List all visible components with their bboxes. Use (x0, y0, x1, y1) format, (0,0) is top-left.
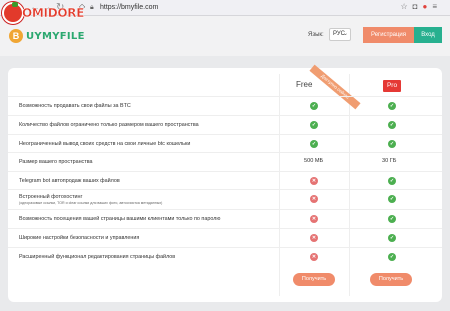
feature-label: Количество файлов ограничено только разм… (19, 122, 199, 128)
check-icon: ✓ (388, 195, 396, 203)
url-text: https://bmyfile.com (100, 4, 159, 11)
feature-row: Встроенный фотохостинг (одноразовые ссылк… (8, 189, 442, 209)
pro-storage-value: 30 ГБ (382, 158, 397, 164)
pomidore-logo-text: OMIDORE (22, 6, 85, 20)
get-pro-button[interactable]: Получить (370, 273, 412, 286)
pocket-icon[interactable]: ◘ (413, 2, 423, 11)
feature-label: Расширенный функционал редактирования ст… (19, 254, 176, 260)
menu-icon[interactable]: ≡ (432, 2, 442, 11)
feature-row: Возможность посещения вашей страницы ваш… (8, 209, 442, 228)
feature-row: Широкие настройки безопасности и управле… (8, 228, 442, 247)
pro-plan-badge: Pro (383, 80, 401, 92)
browser-icons: ☆◘●≡ (400, 2, 442, 11)
feature-label: Возможность посещения вашей страницы ваш… (19, 216, 221, 222)
check-icon: ✓ (310, 102, 318, 110)
extension-icon[interactable]: ● (422, 2, 432, 11)
feature-row: Размер вашего пространства (8, 152, 442, 171)
cross-icon: ✕ (310, 177, 318, 185)
feature-label: Встроенный фотохостинг (19, 194, 83, 200)
feature-label: Возможность продавать свои файлы за BTC (19, 103, 131, 109)
check-icon: ✓ (388, 215, 396, 223)
check-icon: ✓ (388, 121, 396, 129)
feature-row: Возможность продавать свои файлы за BTC (8, 96, 442, 115)
lock-icon: 🔒︎ (90, 4, 94, 11)
pomidore-watermark: OMIDORE (2, 2, 85, 24)
register-button[interactable]: Регистрация (363, 27, 414, 43)
feature-label: Telegram bot автопродаж ваших файлов (19, 178, 120, 184)
language-label: Язык: (308, 32, 324, 38)
free-storage-value: 500 МБ (304, 158, 324, 164)
bookmark-icon[interactable]: ☆ (400, 2, 412, 11)
feature-row: Расширенный функционал редактирования ст… (8, 247, 442, 267)
feature-label: Размер вашего пространства (19, 159, 93, 165)
check-icon: ✓ (388, 102, 396, 110)
check-icon: ✓ (388, 177, 396, 185)
feature-sublabel: (одноразовые ссылки, TOR и clear ссылки … (19, 201, 163, 205)
address-bar[interactable]: 🔒︎ https://bmyfile.com (90, 2, 410, 14)
language-select[interactable]: РУС ⌄ (329, 28, 351, 41)
get-free-button[interactable]: Получить (293, 273, 335, 286)
login-button[interactable]: Вход (414, 27, 442, 43)
check-icon: ✓ (310, 121, 318, 129)
cross-icon: ✕ (310, 195, 318, 203)
tomato-icon (2, 2, 24, 24)
feature-row: Неограниченный вывод своих средств на св… (8, 134, 442, 152)
feature-label: Широкие настройки безопасности и управле… (19, 235, 140, 241)
logo-text: UYMYFILE (26, 30, 85, 42)
free-plan-label: Free (296, 80, 313, 89)
feature-label: Неограниченный вывод своих средств на св… (19, 141, 191, 147)
check-icon: ✓ (388, 140, 396, 148)
chevron-down-icon: ⌄ (342, 31, 348, 37)
site-logo[interactable]: B UYMYFILE (9, 27, 85, 45)
check-icon: ✓ (310, 140, 318, 148)
feature-row: Количество файлов ограничено только разм… (8, 115, 442, 134)
cross-icon: ✕ (310, 215, 318, 223)
cross-icon: ✕ (310, 253, 318, 261)
logo-badge: B (9, 29, 23, 43)
feature-row: Telegram bot автопродаж ваших файлов (8, 171, 442, 189)
cross-icon: ✕ (310, 234, 318, 242)
check-icon: ✓ (388, 234, 396, 242)
check-icon: ✓ (388, 253, 396, 261)
